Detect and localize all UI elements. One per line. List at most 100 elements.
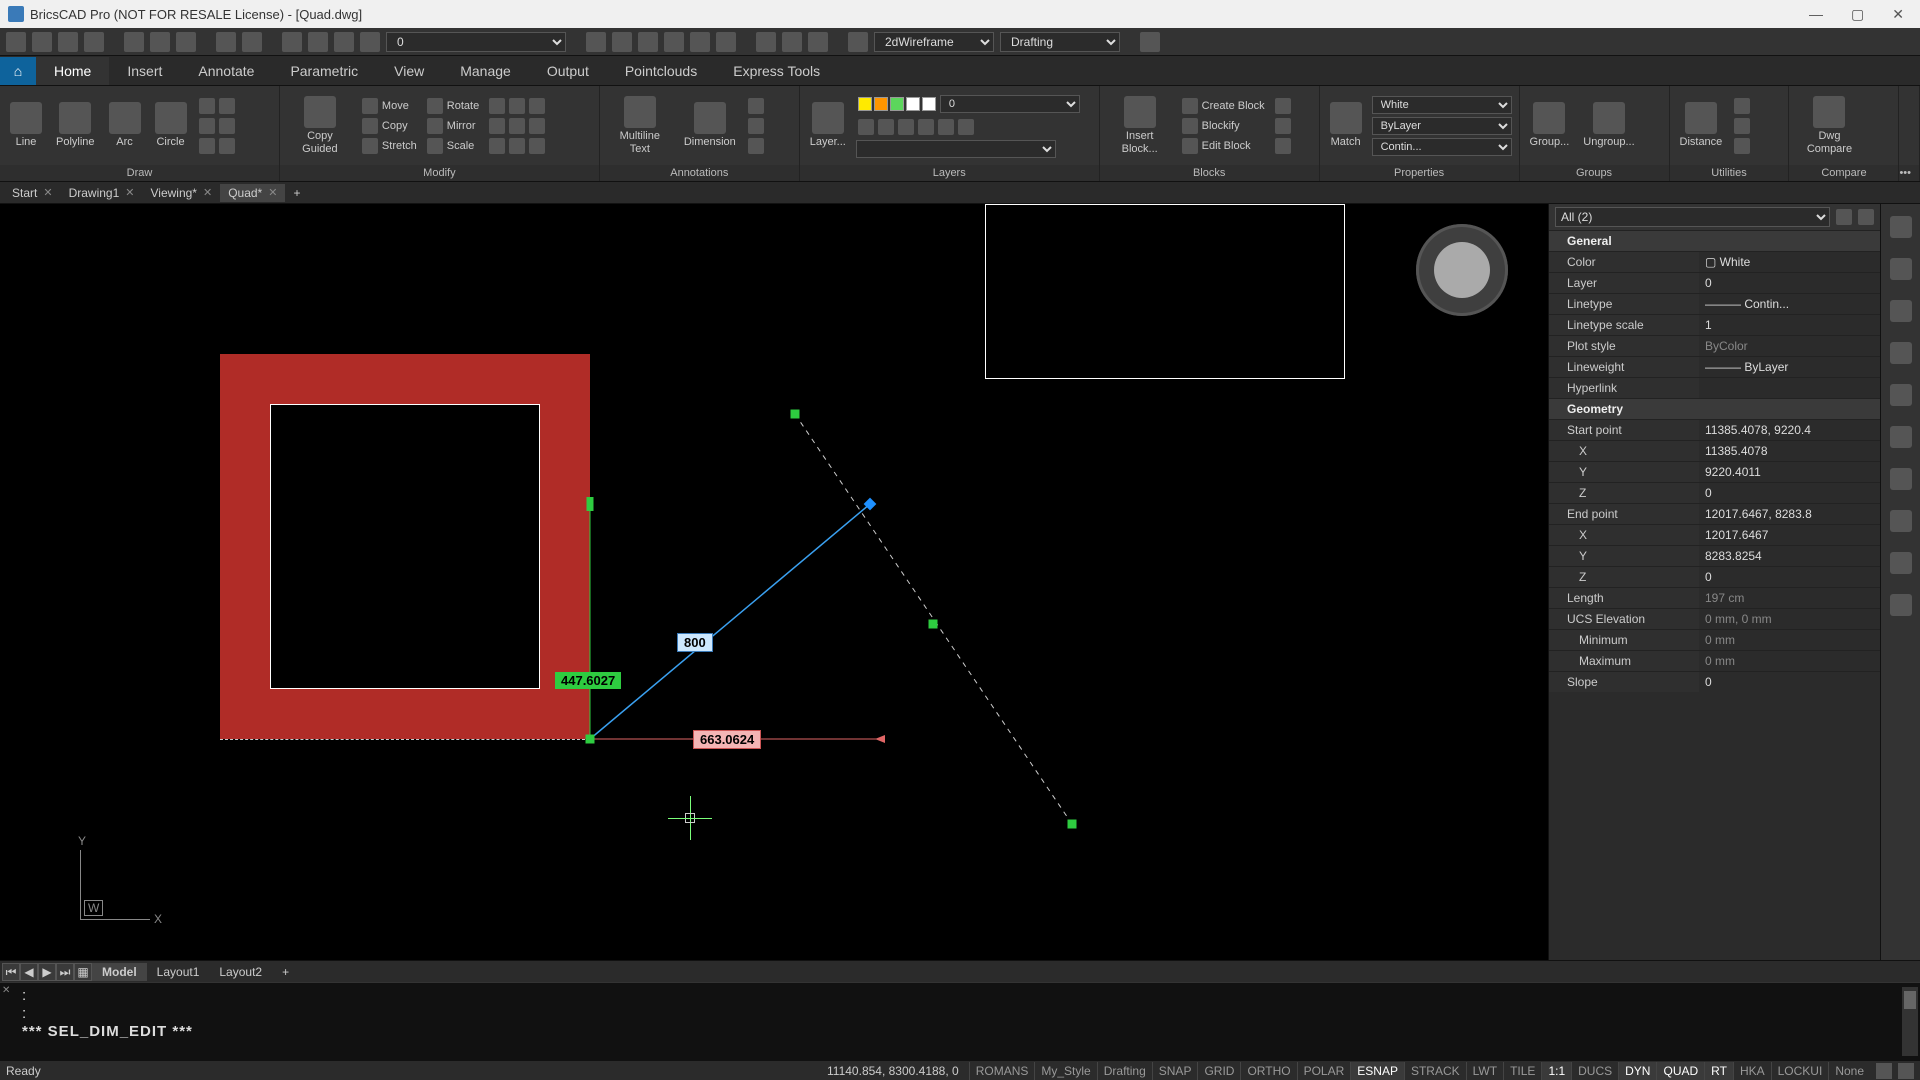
tab-insert[interactable]: Insert xyxy=(109,57,180,85)
modify-mini2[interactable] xyxy=(487,117,547,135)
qa-tool2-icon[interactable] xyxy=(612,32,632,52)
status-toggle-grid[interactable]: GRID xyxy=(1197,1062,1240,1080)
group-button[interactable]: Group... xyxy=(1526,100,1574,150)
tab-output[interactable]: Output xyxy=(529,57,607,85)
doc-tab-add[interactable]: + xyxy=(285,186,308,200)
tab-layout1[interactable]: Layout1 xyxy=(147,963,210,981)
grip-arrow[interactable] xyxy=(864,498,877,511)
tab-home[interactable]: Home xyxy=(36,57,109,85)
edit-block-button[interactable]: Edit Block xyxy=(1180,137,1267,155)
mtext-button[interactable]: Multiline Text xyxy=(606,94,674,156)
copy-button[interactable]: Copy xyxy=(360,117,419,135)
prop-sp-value[interactable]: 11385.4078, 9220.4 xyxy=(1699,420,1880,440)
layer-swatches[interactable]: 0 xyxy=(856,94,1082,114)
blocks-mini1[interactable] xyxy=(1273,97,1293,115)
panel-tab-10-icon[interactable] xyxy=(1890,594,1912,616)
scrollbar[interactable] xyxy=(1902,987,1918,1056)
panel-tab-8-icon[interactable] xyxy=(1890,510,1912,532)
blocks-mini3[interactable] xyxy=(1273,137,1293,155)
qa-tool4-icon[interactable] xyxy=(664,32,684,52)
panel-tab-6-icon[interactable] xyxy=(1890,426,1912,448)
layout-first[interactable]: ⏮ xyxy=(2,963,20,981)
close-icon[interactable]: ✕ xyxy=(43,186,52,199)
prop-epy-value[interactable]: 8283.8254 xyxy=(1699,546,1880,566)
maximize-button[interactable]: ▢ xyxy=(1851,6,1864,23)
draw-mini1[interactable] xyxy=(197,97,237,115)
status-toggle-strack[interactable]: STRACK xyxy=(1404,1062,1466,1080)
tab-parametric[interactable]: Parametric xyxy=(272,57,376,85)
modify-mini3[interactable] xyxy=(487,137,547,155)
modify-mini1[interactable] xyxy=(487,97,547,115)
tab-annotate[interactable]: Annotate xyxy=(180,57,272,85)
prop-slope-value[interactable]: 0 xyxy=(1699,672,1880,692)
drawing-canvas[interactable]: 800 447.6027 663.0624 W Y X xyxy=(0,204,1548,960)
prop-lw-select[interactable]: ByLayer xyxy=(1372,117,1512,135)
panel-tab-7-icon[interactable] xyxy=(1890,468,1912,490)
section-geometry[interactable]: Geometry xyxy=(1549,398,1880,419)
tab-view[interactable]: View xyxy=(376,57,442,85)
status-tray-icon[interactable] xyxy=(1898,1063,1914,1079)
panel-tab-9-icon[interactable] xyxy=(1890,552,1912,574)
qa-tool6-icon[interactable] xyxy=(716,32,736,52)
status-toggle-lockui[interactable]: LOCKUI xyxy=(1771,1062,1829,1080)
rectangle-entity[interactable] xyxy=(985,204,1345,379)
grip-arrow[interactable] xyxy=(587,497,594,511)
status-workspace[interactable]: Drafting xyxy=(1097,1062,1152,1080)
mirror-button[interactable]: Mirror xyxy=(425,117,481,135)
panel-tab-1-icon[interactable] xyxy=(1890,216,1912,238)
distance-button[interactable]: Distance xyxy=(1676,100,1727,150)
status-toggle-lwt[interactable]: LWT xyxy=(1466,1062,1503,1080)
layout-last[interactable]: ⏭ xyxy=(56,963,74,981)
panel-tab-2-icon[interactable] xyxy=(1890,258,1912,280)
circle-button[interactable]: Circle xyxy=(151,100,191,150)
prop-ltscale-value[interactable]: 1 xyxy=(1699,315,1880,335)
qa-tool5-icon[interactable] xyxy=(690,32,710,52)
status-toggle-tile[interactable]: TILE xyxy=(1503,1062,1541,1080)
prop-lt-select[interactable]: Contin... xyxy=(1372,138,1512,156)
anno-mini3[interactable] xyxy=(746,137,766,155)
tab-express-tools[interactable]: Express Tools xyxy=(715,57,838,85)
qa-redo-icon[interactable] xyxy=(242,32,262,52)
doc-tab-drawing1[interactable]: Drawing1✕ xyxy=(61,184,143,202)
status-toggle-quad[interactable]: QUAD xyxy=(1656,1062,1704,1080)
status-toggle-1:1[interactable]: 1:1 xyxy=(1541,1062,1571,1080)
doc-tab-viewing[interactable]: Viewing*✕ xyxy=(142,184,220,202)
viewcube[interactable] xyxy=(1416,224,1508,316)
close-icon[interactable]: ✕ xyxy=(203,186,212,199)
app-menu-button[interactable]: ⌂ xyxy=(0,57,36,85)
util-mini1[interactable] xyxy=(1732,97,1752,115)
dimension-button[interactable]: Dimension xyxy=(680,100,740,150)
status-toggle-polar[interactable]: POLAR xyxy=(1297,1062,1351,1080)
close-icon[interactable]: ✕ xyxy=(2,985,10,996)
status-toggle-ortho[interactable]: ORTHO xyxy=(1240,1062,1296,1080)
qa-tool1-icon[interactable] xyxy=(586,32,606,52)
command-line[interactable]: ✕ : : *** SEL_DIM_EDIT *** xyxy=(0,982,1920,1060)
qa-tool3-icon[interactable] xyxy=(638,32,658,52)
prop-spx-value[interactable]: 11385.4078 xyxy=(1699,441,1880,461)
qa-new-icon[interactable] xyxy=(6,32,26,52)
visual-style-select[interactable]: 2dWireframe xyxy=(874,32,994,52)
prop-layer-value[interactable]: 0 xyxy=(1699,273,1880,293)
stretch-button[interactable]: Stretch xyxy=(360,137,419,155)
status-coords[interactable]: 11140.854, 8300.4188, 0 xyxy=(817,1064,969,1078)
panel-tab-5-icon[interactable] xyxy=(1890,384,1912,406)
qa-publish-icon[interactable] xyxy=(176,32,196,52)
close-icon[interactable]: ✕ xyxy=(268,186,277,199)
grip[interactable] xyxy=(586,735,595,744)
status-toggle-ducs[interactable]: DUCS xyxy=(1571,1062,1618,1080)
grip[interactable] xyxy=(929,620,938,629)
status-toggle-esnap[interactable]: ESNAP xyxy=(1350,1062,1404,1080)
tab-pointclouds[interactable]: Pointclouds xyxy=(607,57,715,85)
tab-model[interactable]: Model xyxy=(92,963,147,981)
blocks-mini2[interactable] xyxy=(1273,117,1293,135)
toggle-pickadd-icon[interactable] xyxy=(1858,209,1874,225)
prop-spz-value[interactable]: 0 xyxy=(1699,483,1880,503)
qa-print-icon[interactable] xyxy=(124,32,144,52)
draw-mini2[interactable] xyxy=(197,117,237,135)
util-mini2[interactable] xyxy=(1732,117,1752,135)
grip[interactable] xyxy=(1068,820,1077,829)
qa-open-icon[interactable] xyxy=(32,32,52,52)
layer-select[interactable]: 0 xyxy=(940,95,1080,113)
status-toggle-none[interactable]: None xyxy=(1828,1062,1870,1080)
prop-hyper-value[interactable] xyxy=(1699,378,1880,398)
